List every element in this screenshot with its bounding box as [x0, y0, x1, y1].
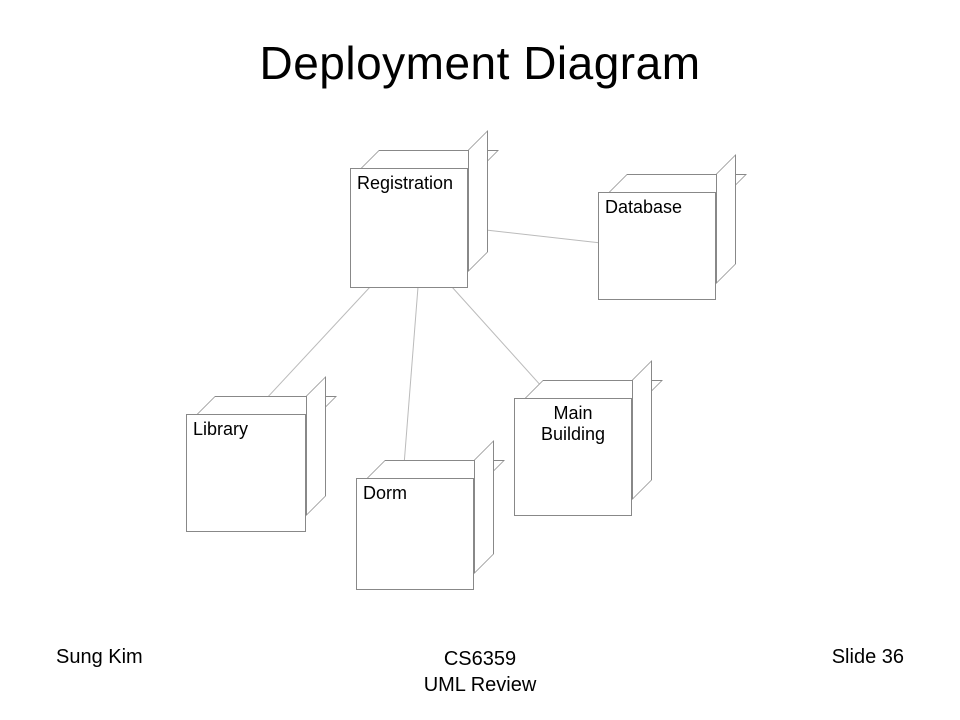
node-library-label: Library: [193, 419, 248, 439]
footer-slide-number: Slide 36: [832, 646, 904, 669]
diagram-area: Registration Database Library Dorm: [0, 0, 960, 720]
node-main-building-label: MainBuilding: [541, 403, 605, 444]
node-database-label: Database: [605, 197, 682, 217]
node-registration-label: Registration: [357, 173, 453, 193]
slide: Deployment Diagram Registration Database: [0, 0, 960, 720]
node-dorm-label: Dorm: [363, 483, 407, 503]
slide-footer: Sung Kim CS6359UML Review Slide 36: [0, 646, 960, 696]
footer-course: CS6359UML Review: [0, 646, 960, 698]
